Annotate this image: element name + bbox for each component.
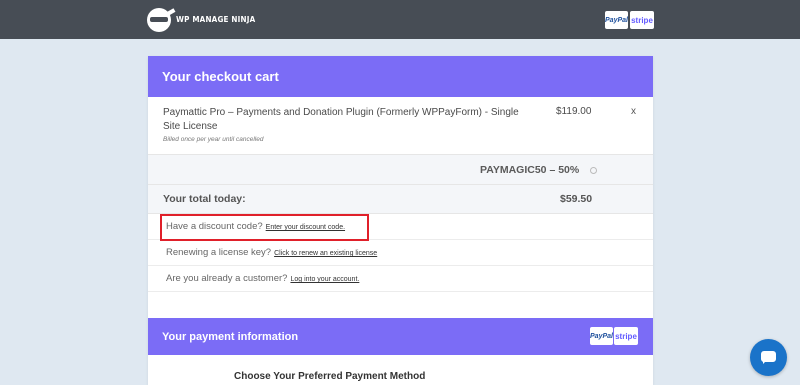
coupon-code: PAYMAGIC50 – 50%	[480, 164, 580, 176]
brand-logo[interactable]: WP MANAGE NINJA	[147, 7, 255, 32]
renew-question-text: Renewing a license key?	[166, 247, 272, 258]
renew-license-row: Renewing a license key? Click to renew an…	[148, 240, 653, 266]
renew-license-link[interactable]: Click to renew an existing license	[274, 250, 377, 257]
payment-info-header: Your payment information PayPal stripe	[148, 318, 653, 355]
payment-method-label: Choose Your Preferred Payment Method	[234, 371, 426, 382]
login-link[interactable]: Log into your account.	[290, 276, 359, 283]
total-row: Your total today: $59.50	[148, 185, 653, 214]
product-price: $119.00	[556, 106, 592, 117]
total-amount: $59.50	[560, 193, 593, 205]
stripe-badge: stripe	[630, 11, 654, 29]
chat-button[interactable]	[750, 339, 787, 376]
top-bar: WP MANAGE NINJA PayPal stripe	[0, 0, 800, 39]
customer-question-text: Are you already a customer?	[166, 273, 288, 284]
billing-note: Billed once per year until cancelled	[163, 136, 264, 143]
remove-coupon-icon[interactable]	[590, 167, 597, 174]
paypal-badge: PayPal	[605, 11, 628, 29]
customer-question: Are you already a customer? Log into your…	[166, 273, 359, 284]
checkout-card: Your checkout cart Paymattic Pro – Payme…	[148, 56, 653, 385]
existing-customer-row: Are you already a customer? Log into your…	[148, 266, 653, 292]
discount-question-text: Have a discount code?	[166, 221, 263, 232]
cart-item-row: Paymattic Pro – Payments and Donation Pl…	[148, 97, 653, 155]
renew-question: Renewing a license key? Click to renew an…	[166, 247, 377, 258]
payment-badges: PayPal stripe	[590, 327, 638, 345]
stripe-badge: stripe	[614, 327, 638, 345]
discount-code-row: Have a discount code? Enter your discount…	[148, 214, 653, 241]
top-payment-badges: PayPal stripe	[605, 11, 654, 29]
coupon-row: PAYMAGIC50 – 50%	[148, 155, 653, 185]
enter-discount-link[interactable]: Enter your discount code.	[266, 224, 345, 231]
remove-item-icon[interactable]: x	[631, 106, 636, 117]
product-name: Paymattic Pro – Payments and Donation Pl…	[163, 107, 519, 132]
payment-title: Your payment information	[162, 330, 299, 343]
total-label: Your total today:	[163, 193, 246, 205]
paypal-badge: PayPal	[590, 327, 613, 345]
discount-question: Have a discount code? Enter your discount…	[166, 221, 345, 232]
chat-icon	[761, 351, 776, 364]
brand-name: WP MANAGE NINJA	[176, 15, 256, 24]
cart-title: Your checkout cart	[148, 56, 653, 97]
ninja-logo-icon	[147, 7, 171, 32]
